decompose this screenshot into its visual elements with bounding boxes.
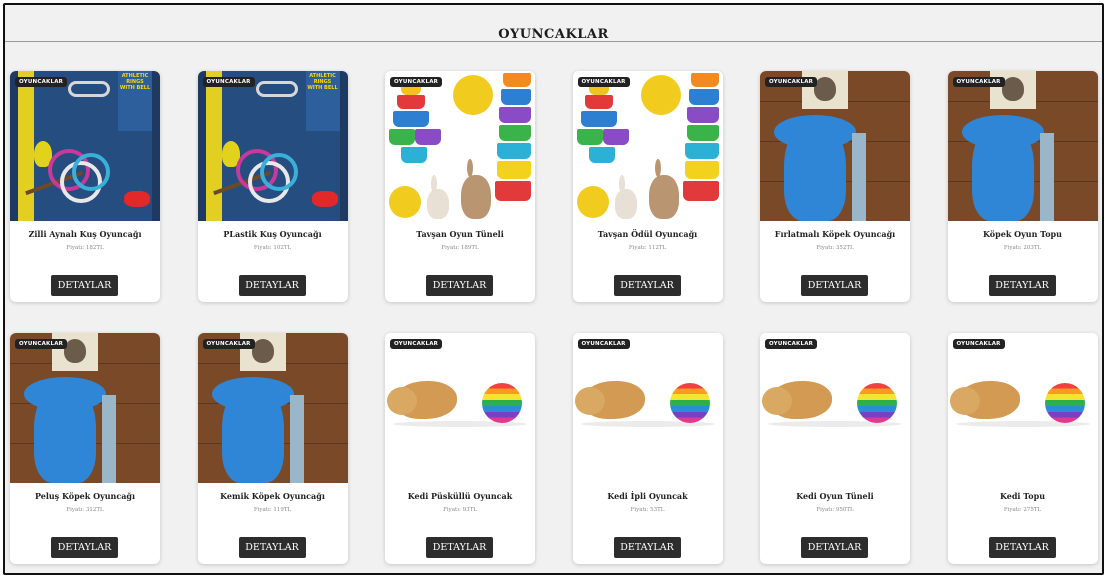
product-card: OYUNCAKLAR Köpek Oyun Topu Fiyatı: 203TL… (947, 71, 1098, 302)
product-name: Kedi Püsküllü Oyuncak (407, 491, 513, 501)
category-badge: OYUNCAKLAR (390, 339, 443, 349)
category-badge: OYUNCAKLAR (15, 77, 68, 87)
details-button[interactable]: DETAYLAR (801, 275, 868, 296)
product-grid: ATHLETIC RINGS WITH BELL OYUNCAKLAR Zilli … (10, 71, 1098, 564)
product-image[interactable] (572, 71, 723, 221)
product-image[interactable] (760, 333, 910, 483)
product-image[interactable] (385, 71, 535, 221)
product-card: OYUNCAKLAR Kedi Oyun Tüneli Fiyatı: 950T… (760, 333, 910, 564)
product-price: Fiyatı: 102TL (253, 245, 292, 251)
product-name: Zilli Aynalı Kuş Oyuncağı (28, 229, 142, 239)
product-card: OYUNCAKLAR Kedi Topu Fiyatı: 275TL DETAY… (947, 333, 1098, 564)
product-image[interactable]: ATHLETIC RINGS WITH BELL (10, 71, 160, 221)
product-image[interactable] (947, 333, 1098, 483)
product-name: PLastik Kuş Oyuncağı (223, 229, 322, 239)
product-image[interactable] (197, 333, 348, 483)
product-image[interactable] (947, 71, 1098, 221)
category-badge: OYUNCAKLAR (577, 339, 630, 349)
product-price: Fiyatı: 93TL (443, 507, 477, 513)
title-divider (5, 41, 1102, 42)
product-name: Tavşan Oyun Tüneli (416, 229, 504, 239)
details-button[interactable]: DETAYLAR (238, 275, 306, 296)
product-price: Fiyatı: 112TL (628, 245, 667, 251)
category-badge: OYUNCAKLAR (15, 339, 68, 349)
product-price: Fiyatı: 119TL (253, 507, 292, 513)
product-price: Fiyatı: 275TL (1003, 507, 1042, 513)
details-button[interactable]: DETAYLAR (426, 275, 493, 296)
product-price: Fiyatı: 312TL (66, 507, 104, 513)
product-price: Fiyatı: 53TL (630, 507, 665, 513)
product-name: Fırlatmalı Köpek Oyuncağı (774, 229, 896, 239)
details-button[interactable]: DETAYLAR (801, 537, 868, 558)
product-price: Fiyatı: 189TL (441, 245, 479, 251)
product-card: OYUNCAKLAR Peluş Köpek Oyuncağı Fiyatı: … (10, 333, 160, 564)
product-card: ATHLETIC RINGS WITH BELL OYUNCAKLAR PLasti… (197, 71, 348, 302)
product-card: OYUNCAKLAR Tavşan Ödül Oyuncağı Fiyatı: … (572, 71, 723, 302)
category-badge: OYUNCAKLAR (202, 339, 255, 349)
product-image[interactable] (10, 333, 160, 483)
product-name: Tavşan Ödül Oyuncağı (597, 229, 698, 239)
page-frame: OYUNCAKLAR ATHLETIC RINGS WITH BELL OYUNCA… (3, 3, 1104, 575)
product-image[interactable]: ATHLETIC RINGS WITH BELL (197, 71, 348, 221)
product-name: Kedi Oyun Tüneli (796, 491, 874, 501)
product-price: Fiyatı: 182TL (66, 245, 104, 251)
product-name: Kedi Topu (999, 491, 1046, 501)
product-card: OYUNCAKLAR Tavşan Oyun Tüneli Fiyatı: 18… (385, 71, 535, 302)
product-price: Fiyatı: 950TL (816, 507, 854, 513)
product-image[interactable] (760, 71, 910, 221)
page-title: OYUNCAKLAR (498, 27, 609, 42)
product-name: Kedi İpli Oyuncak (607, 491, 688, 501)
product-price: Fiyatı: 203TL (1003, 245, 1042, 251)
product-name: Köpek Oyun Topu (983, 229, 1062, 239)
product-image[interactable] (385, 333, 535, 483)
product-card: OYUNCAKLAR Kedi Püsküllü Oyuncak Fiyatı:… (385, 333, 535, 564)
category-badge: OYUNCAKLAR (390, 77, 443, 87)
product-card: OYUNCAKLAR Kemik Köpek Oyuncağı Fiyatı: … (197, 333, 348, 564)
product-card: OYUNCAKLAR Kedi İpli Oyuncak Fiyatı: 53T… (572, 333, 723, 564)
category-badge: OYUNCAKLAR (577, 77, 630, 87)
product-card: OYUNCAKLAR Fırlatmalı Köpek Oyuncağı Fiy… (760, 71, 910, 302)
product-image[interactable] (572, 333, 723, 483)
details-button[interactable]: DETAYLAR (238, 537, 306, 558)
details-button[interactable]: DETAYLAR (51, 537, 118, 558)
details-button[interactable]: DETAYLAR (613, 537, 681, 558)
category-badge: OYUNCAKLAR (952, 77, 1005, 87)
product-name: Kemik Köpek Oyuncağı (220, 491, 325, 501)
details-button[interactable]: DETAYLAR (613, 275, 681, 296)
details-button[interactable]: DETAYLAR (988, 537, 1056, 558)
product-name: Peluş Köpek Oyuncağı (34, 491, 136, 501)
category-badge: OYUNCAKLAR (765, 77, 818, 87)
category-badge: OYUNCAKLAR (765, 339, 818, 349)
details-button[interactable]: DETAYLAR (426, 537, 493, 558)
product-card: ATHLETIC RINGS WITH BELL OYUNCAKLAR Zilli … (10, 71, 160, 302)
details-button[interactable]: DETAYLAR (988, 275, 1056, 296)
product-price: Fiyatı: 352TL (816, 245, 854, 251)
category-badge: OYUNCAKLAR (952, 339, 1005, 349)
details-button[interactable]: DETAYLAR (51, 275, 118, 296)
category-badge: OYUNCAKLAR (202, 77, 255, 87)
